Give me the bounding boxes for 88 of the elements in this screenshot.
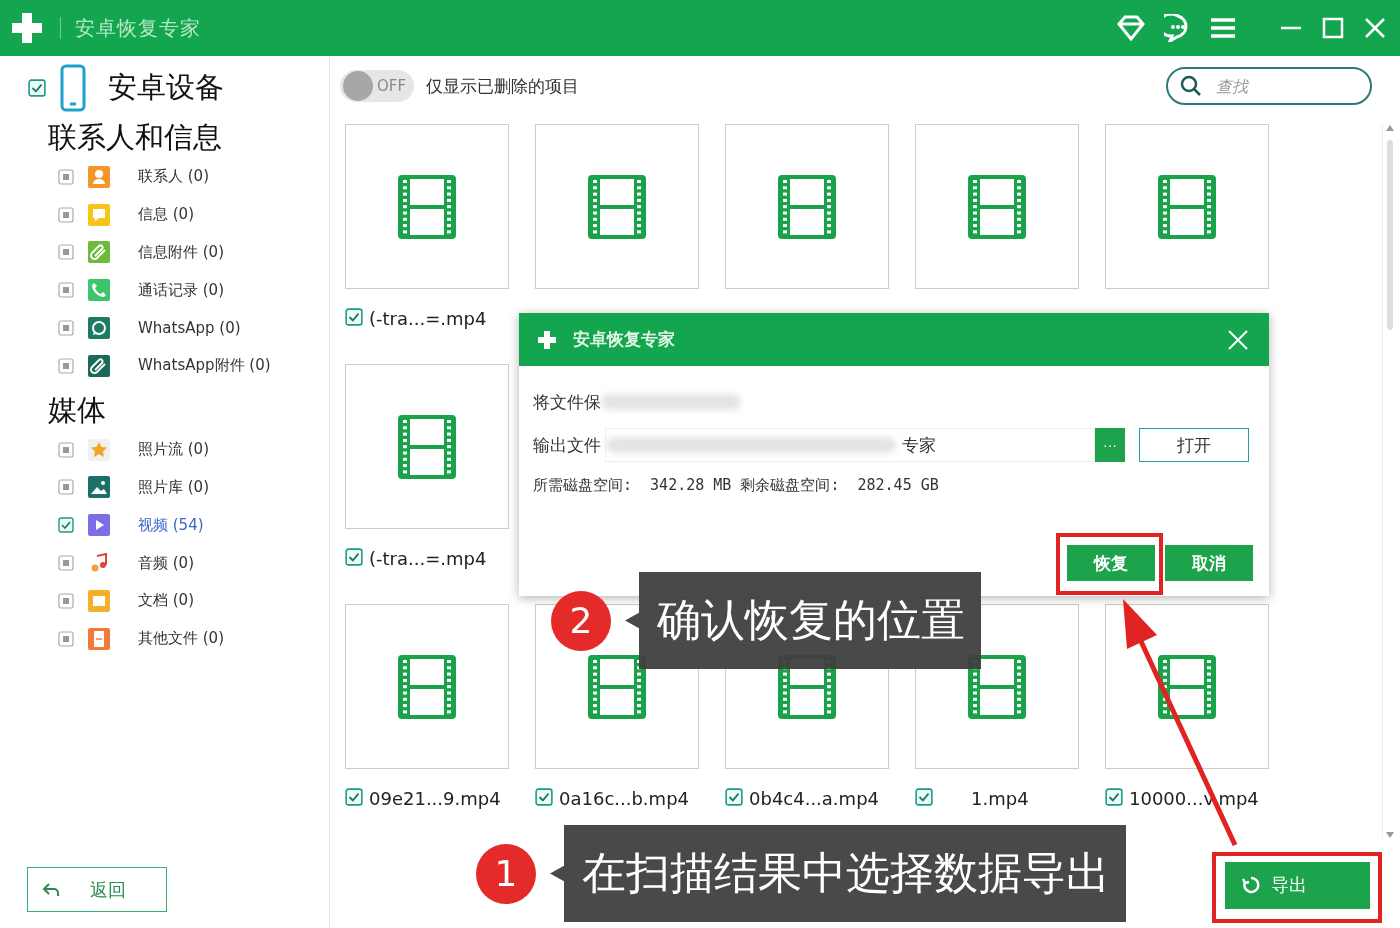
- category-item[interactable]: 文档 (0): [138, 591, 194, 611]
- film-icon: [587, 653, 647, 720]
- film-icon: [967, 653, 1027, 720]
- checkbox[interactable]: [345, 308, 363, 326]
- checkbox[interactable]: [58, 479, 74, 496]
- minimize-icon: [1280, 26, 1302, 30]
- checkbox[interactable]: [1105, 788, 1123, 806]
- plus-logo-icon: [537, 329, 557, 350]
- scroll-down-icon: [1385, 831, 1395, 839]
- plus-logo-icon: [10, 11, 44, 45]
- search-icon: [1180, 75, 1202, 97]
- play-icon: [88, 514, 110, 537]
- category-item[interactable]: 信息附件 (0): [138, 243, 224, 262]
- picture-icon: [88, 476, 110, 499]
- output-label: 输出文件: [533, 433, 601, 457]
- checkbox[interactable]: [58, 244, 74, 261]
- back-button[interactable]: 返回: [27, 867, 167, 912]
- message-icon: [88, 203, 110, 226]
- checkbox[interactable]: [58, 357, 74, 374]
- checkbox[interactable]: [915, 788, 933, 806]
- category-item[interactable]: 照片流 (0): [138, 440, 209, 460]
- checkbox[interactable]: [58, 206, 74, 223]
- category-item[interactable]: 联系人 (0): [138, 167, 209, 187]
- film-icon: [397, 173, 457, 240]
- save-text: 将文件保: [533, 390, 601, 414]
- film-icon: [1157, 653, 1217, 720]
- file-name: 1.mp4: [971, 788, 1029, 809]
- close-icon: [1364, 17, 1386, 39]
- step-number: 1: [476, 843, 536, 904]
- category-item[interactable]: 信息 (0): [138, 205, 194, 225]
- film-icon: [777, 173, 837, 240]
- open-button[interactable]: 打开: [1139, 428, 1249, 462]
- checkbox[interactable]: [58, 555, 74, 572]
- checkbox[interactable]: [58, 282, 74, 299]
- phone-icon: [60, 64, 86, 112]
- folder-icon: [88, 589, 110, 612]
- export-icon: [1241, 875, 1261, 895]
- category-item[interactable]: 照片库 (0): [138, 477, 209, 497]
- maximize-icon: [1322, 17, 1344, 39]
- group-heading: 联系人和信息: [47, 119, 223, 156]
- paperclip-icon: [88, 241, 110, 264]
- film-icon: [397, 653, 457, 720]
- phone-icon: [88, 279, 110, 302]
- category-item[interactable]: 通话记录 (0): [138, 280, 224, 300]
- file-name: (-tra...=.mp4: [369, 548, 487, 569]
- file-name: 09e21...9.mp4: [369, 788, 501, 809]
- close-icon: [1227, 328, 1249, 351]
- disk-space-info: 所需磁盘空间: 342.28 MB 剩余磁盘空间: 282.45 GB: [533, 476, 940, 495]
- category-item[interactable]: 视频 (54): [138, 515, 204, 535]
- callout-text: 在扫描结果中选择数据导出: [550, 825, 1126, 922]
- film-icon: [587, 173, 647, 240]
- film-icon: [397, 413, 457, 480]
- chat-bubble-icon: [88, 317, 110, 340]
- diamond-icon: [1116, 15, 1146, 41]
- file-name: 0a16c...b.mp4: [559, 788, 689, 809]
- checkbox[interactable]: [58, 168, 74, 185]
- document-icon: [88, 627, 110, 650]
- category-item[interactable]: 音频 (0): [138, 553, 194, 573]
- checkbox[interactable]: [28, 79, 46, 97]
- checkbox[interactable]: [58, 441, 74, 458]
- film-icon: [1157, 173, 1217, 240]
- filter-label: 仅显示已删除的项目: [426, 74, 579, 98]
- checkbox[interactable]: [58, 630, 74, 647]
- checkbox[interactable]: [58, 517, 74, 534]
- dialog-title: 安卓恢复专家: [573, 328, 676, 351]
- checkbox[interactable]: [725, 788, 743, 806]
- checkbox[interactable]: [535, 788, 553, 806]
- scroll-up-icon: [1385, 124, 1395, 132]
- category-item[interactable]: WhatsApp (0): [138, 319, 241, 338]
- group-heading: 媒体: [47, 391, 107, 429]
- callout-text: 确认恢复的位置: [625, 572, 981, 669]
- film-icon: [967, 173, 1027, 240]
- file-name: 0b4c4...a.mp4: [749, 788, 879, 809]
- checkbox[interactable]: [58, 320, 74, 337]
- search-field[interactable]: 查找: [1166, 67, 1372, 105]
- window-title: 安卓恢复专家: [75, 14, 201, 42]
- checkbox[interactable]: [345, 788, 363, 806]
- category-item[interactable]: 其他文件 (0): [138, 629, 224, 649]
- checkbox[interactable]: [58, 592, 74, 609]
- output-folder-field[interactable]: 专家: [605, 428, 1095, 462]
- back-arrow-icon: [42, 881, 60, 898]
- contact-icon: [88, 165, 110, 188]
- checkbox[interactable]: [345, 548, 363, 566]
- category-item[interactable]: WhatsApp附件 (0): [138, 356, 271, 376]
- file-name: (-tra...=.mp4: [369, 308, 487, 329]
- paperclip-icon: [88, 354, 110, 377]
- menu-icon: [1210, 17, 1236, 39]
- device-label: 安卓设备: [108, 69, 224, 106]
